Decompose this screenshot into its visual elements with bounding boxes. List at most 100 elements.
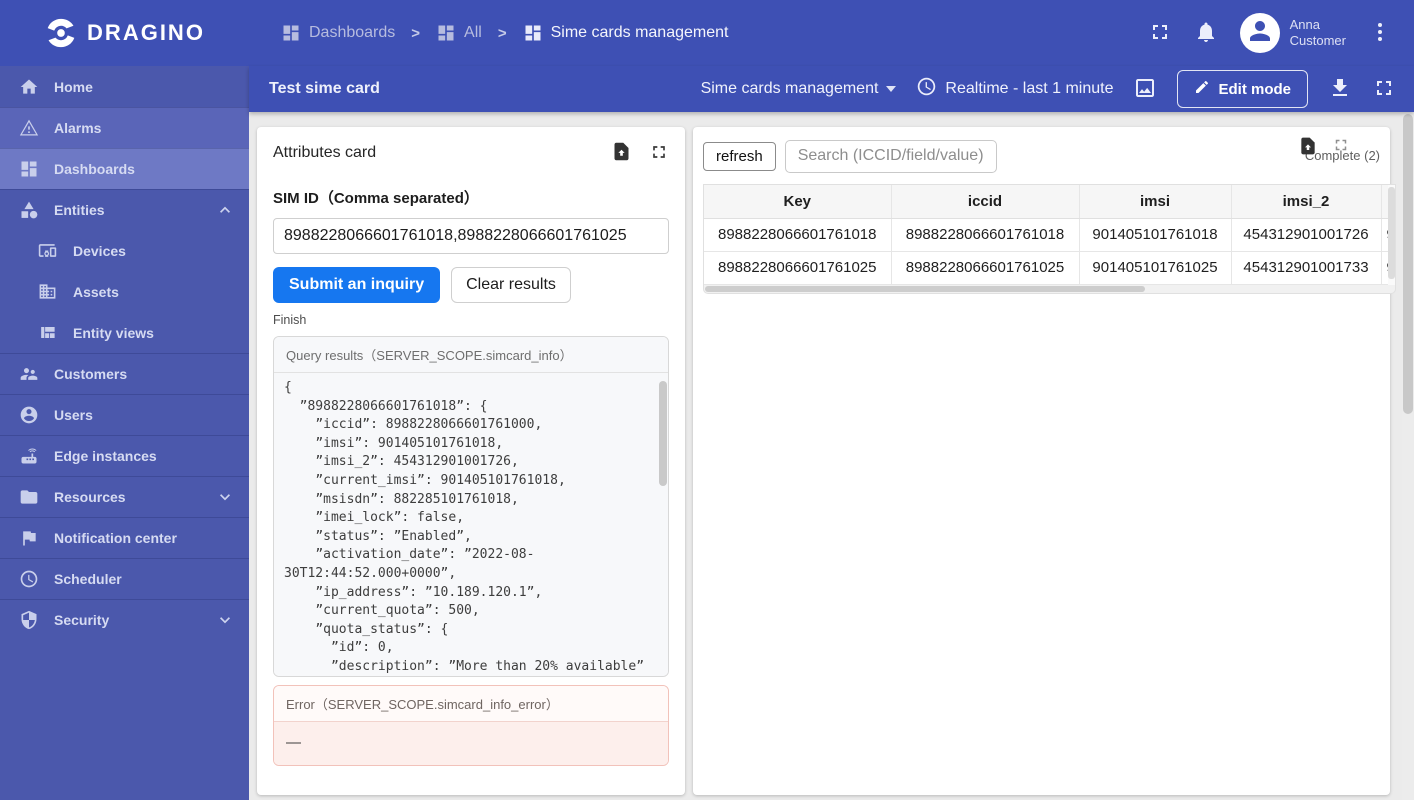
error-panel-header: Error（SERVER_SCOPE.simcard_info_error）	[274, 686, 668, 722]
export-widget-button[interactable]	[611, 141, 632, 165]
notifications-button[interactable]	[1194, 20, 1218, 47]
sim-table-viewport[interactable]: Key iccid imsi imsi_2 898822806660176101…	[703, 184, 1396, 285]
attributes-card-widget: Attributes card SIM ID（Comma separated）	[257, 127, 685, 795]
cell-key: 8988228066601761025	[704, 251, 891, 285]
sidebar-item-label: Home	[54, 78, 93, 95]
dashboard-icon	[523, 23, 543, 43]
topbar-actions: Anna Customer	[1148, 13, 1414, 53]
sidebar-item-home[interactable]: Home	[0, 66, 249, 107]
query-results-body[interactable]: { ”8988228066601761018”: { ”iccid”: 8988…	[274, 373, 668, 676]
fullscreen-button[interactable]	[1148, 20, 1172, 47]
export-widget-button[interactable]	[1298, 136, 1318, 159]
sidebar-item-label: Users	[54, 407, 93, 423]
sidebar-item-dashboards[interactable]: Dashboards	[0, 148, 249, 189]
sidebar-item-edge-instances[interactable]: Edge instances	[0, 435, 249, 476]
scrollbar-thumb[interactable]	[659, 381, 667, 486]
folder-icon	[19, 487, 39, 507]
sidebar-item-label: Scheduler	[54, 571, 122, 587]
expand-widget-button[interactable]	[649, 142, 669, 165]
alarm-warning-icon	[19, 118, 39, 138]
fullscreen-icon	[1332, 136, 1350, 159]
view-quilt-icon	[38, 323, 58, 342]
sidebar-item-label: Security	[54, 612, 110, 628]
image-gallery-button[interactable]	[1133, 76, 1157, 103]
scrollbar-track[interactable]	[659, 374, 667, 675]
cell-imsi2: 454312901001733	[1230, 251, 1381, 285]
sidebar-item-devices[interactable]: Devices	[0, 230, 249, 271]
fullscreen-button[interactable]	[1372, 76, 1396, 103]
sim-id-input[interactable]	[273, 218, 669, 254]
scrollbar-track[interactable]	[1388, 185, 1395, 285]
sidebar-item-label: Edge instances	[54, 448, 157, 464]
sidebar-item-assets[interactable]: Assets	[0, 271, 249, 312]
home-icon	[19, 77, 39, 97]
user-menu[interactable]: Anna Customer	[1239, 13, 1346, 53]
page-scrollbar-thumb[interactable]	[1403, 114, 1413, 414]
sidebar-item-resources[interactable]: Resources	[0, 476, 249, 517]
app-shell: Home Alarms Dashboards Entities Devices	[0, 66, 1414, 800]
sidebar-item-entities[interactable]: Entities	[0, 189, 249, 230]
horizontal-scrollbar-thumb[interactable]	[705, 285, 1145, 292]
error-panel-value: —	[274, 722, 668, 765]
breadcrumb-item-dashboards[interactable]: Dashboards	[281, 23, 395, 43]
column-header-key: Key	[704, 185, 891, 219]
column-header-imsi2: imsi_2	[1230, 185, 1381, 219]
sidebar-item-users[interactable]: Users	[0, 394, 249, 435]
table-row: 8988228066601761025 8988228066601761025 …	[704, 251, 1395, 285]
edit-mode-button[interactable]: Edit mode	[1177, 70, 1308, 108]
submit-inquiry-button[interactable]: Submit an inquiry	[273, 267, 441, 303]
main-area: Test sime card Sime cards management Rea…	[249, 66, 1414, 800]
fullscreen-icon	[1372, 76, 1396, 103]
scrollbar-thumb[interactable]	[1388, 187, 1395, 279]
edit-mode-label: Edit mode	[1218, 80, 1291, 98]
chevron-up-icon	[215, 200, 235, 220]
column-header-iccid: iccid	[890, 185, 1079, 219]
breadcrumb-item-current[interactable]: Sime cards management	[523, 23, 729, 43]
caret-down-icon	[886, 86, 897, 92]
person-icon	[1245, 16, 1275, 51]
download-button[interactable]	[1328, 76, 1352, 103]
chevron-down-icon	[215, 487, 235, 507]
breadcrumb-label: Sime cards management	[550, 24, 729, 41]
clock-icon	[916, 76, 937, 102]
sidebar-item-scheduler[interactable]: Scheduler	[0, 558, 249, 599]
cell-iccid: 8988228066601761018	[890, 218, 1079, 252]
dashboard-toolbar: Test sime card Sime cards management Rea…	[249, 66, 1414, 112]
shield-icon	[19, 610, 39, 630]
fullscreen-icon	[1148, 20, 1172, 47]
account-circle-icon	[19, 405, 39, 425]
cell-imsi: 901405101761018	[1078, 218, 1231, 252]
horizontal-scrollbar-track[interactable]	[703, 284, 1396, 294]
fullscreen-icon	[649, 142, 669, 165]
file-export-icon	[1298, 136, 1318, 159]
dragino-logo[interactable]: DRAGINO	[0, 16, 249, 50]
sidebar-item-notification-center[interactable]: Notification center	[0, 517, 249, 558]
breadcrumb-label: All	[464, 24, 482, 41]
timewindow-button[interactable]: Realtime - last 1 minute	[916, 76, 1113, 102]
search-input[interactable]	[784, 139, 997, 173]
sidebar: Home Alarms Dashboards Entities Devices	[0, 66, 249, 800]
sidebar-item-security[interactable]: Security	[0, 599, 249, 640]
breadcrumb-item-all[interactable]: All	[436, 23, 482, 43]
refresh-button[interactable]: refresh	[703, 141, 776, 171]
sidebar-item-label: Resources	[54, 489, 126, 505]
widget-title: Attributes card	[273, 144, 377, 161]
breadcrumb-separator: >	[411, 24, 421, 42]
table-row: 8988228066601761018 8988228066601761018 …	[704, 218, 1395, 252]
breadcrumb-separator: >	[497, 24, 507, 42]
sidebar-item-customers[interactable]: Customers	[0, 353, 249, 394]
sidebar-item-alarms[interactable]: Alarms	[0, 107, 249, 148]
page-scrollbar-track[interactable]	[1402, 112, 1414, 800]
dashboard-state-select[interactable]: Sime cards management	[701, 80, 897, 98]
more-menu-button[interactable]	[1368, 20, 1392, 47]
dashboard-title: Test sime card	[269, 80, 380, 97]
inquiry-status-text: Finish	[273, 313, 307, 327]
clear-results-button[interactable]: Clear results	[451, 267, 571, 303]
sidebar-item-label: Notification center	[54, 530, 177, 546]
sidebar-item-entity-views[interactable]: Entity views	[0, 312, 249, 353]
people-icon	[19, 364, 39, 384]
dashboard-content: Attributes card SIM ID（Comma separated）	[249, 112, 1402, 800]
sidebar-item-label: Entity views	[73, 324, 154, 341]
expand-widget-button[interactable]	[1332, 136, 1350, 159]
flag-icon	[19, 528, 39, 548]
